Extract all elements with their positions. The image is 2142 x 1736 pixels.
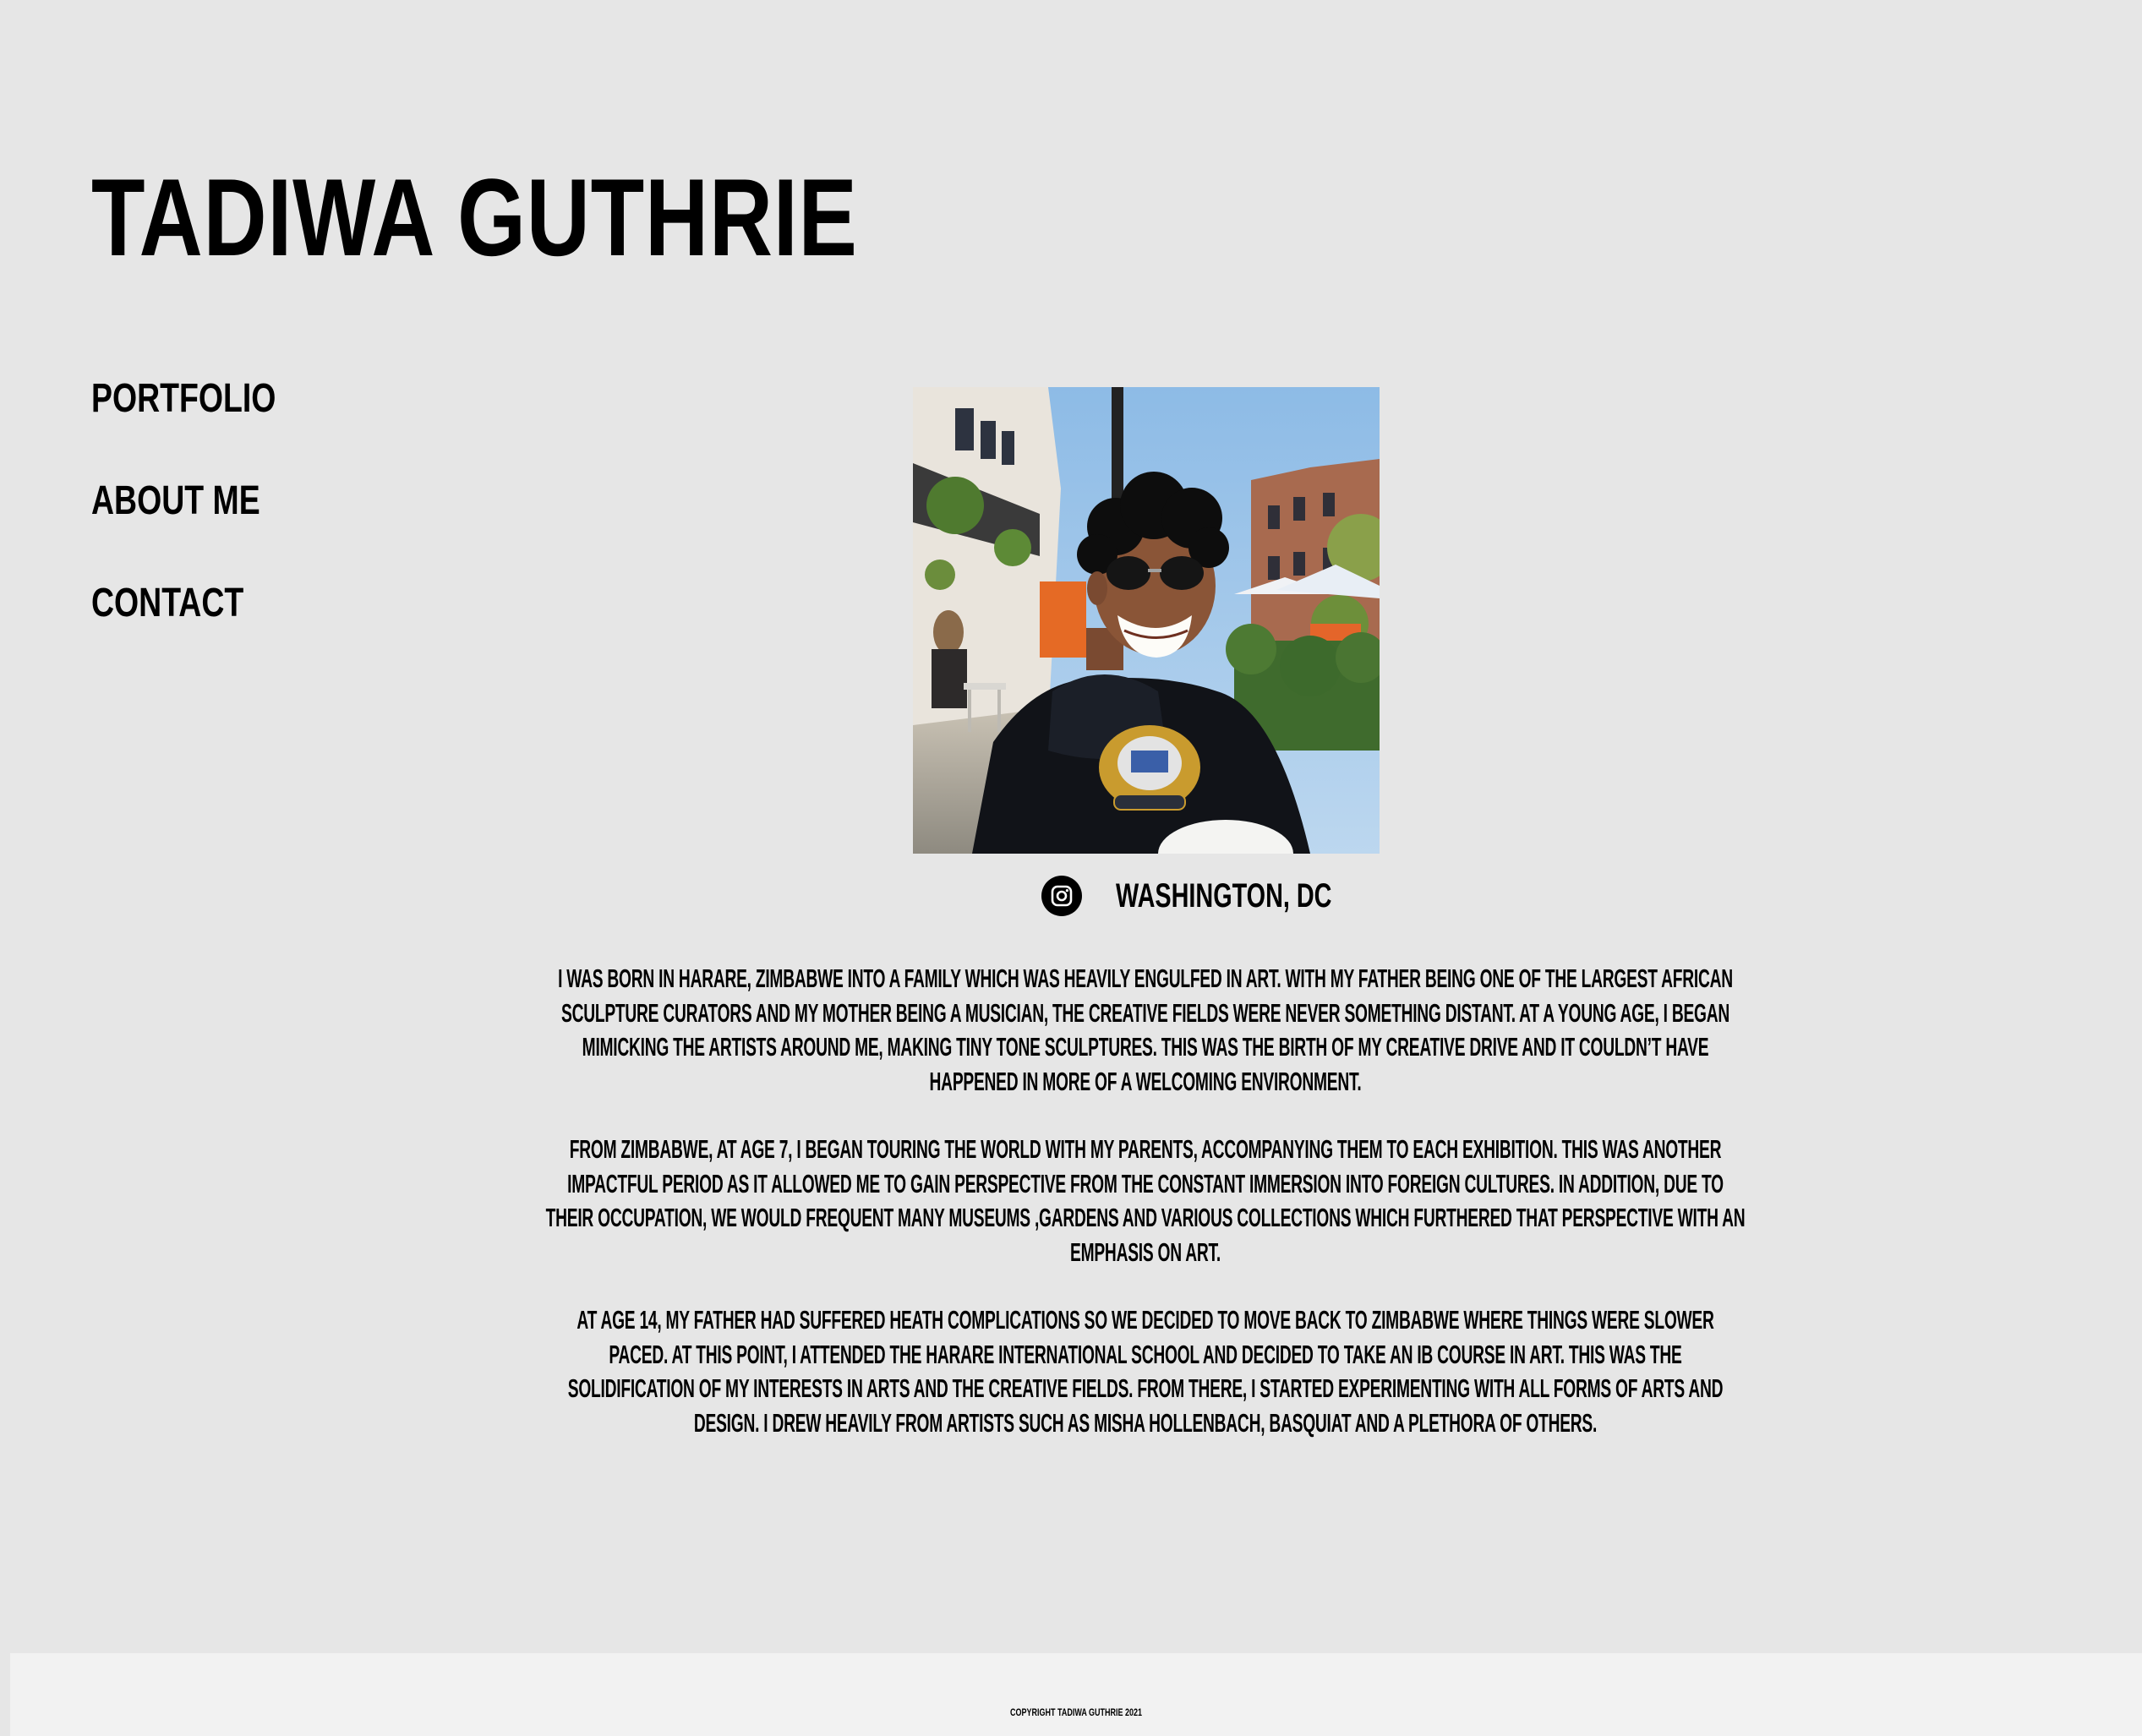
- main-nav: PORTFOLIO ABOUT ME CONTACT: [91, 379, 328, 624]
- location-row: WASHINGTON, DC: [1041, 876, 1416, 916]
- bio-paragraph: AT AGE 14, MY FATHER HAD SUFFERED HEATH …: [567, 1305, 1724, 1438]
- bio-paragraph: FROM ZIMBABWE, AT AGE 7, I BEGAN TOURING…: [545, 1134, 1746, 1267]
- nav-item-about-me[interactable]: ABOUT ME: [91, 481, 276, 521]
- copyright-text: COPYRIGHT TADIWA GUTHRIE 2021: [1009, 1706, 1143, 1718]
- instagram-icon[interactable]: [1041, 876, 1082, 916]
- nav-item-portfolio[interactable]: PORTFOLIO: [91, 379, 276, 419]
- site-title[interactable]: TADIWA GUTHRIE: [91, 162, 858, 272]
- footer: COPYRIGHT TADIWA GUTHRIE 2021: [10, 1653, 2142, 1736]
- bio-section: I WAS BORN IN HARARE, ZIMBABWE INTO A FA…: [541, 962, 1750, 1474]
- nav-item-contact[interactable]: CONTACT: [91, 583, 276, 624]
- profile-photo: [913, 387, 1380, 854]
- bio-paragraph: I WAS BORN IN HARARE, ZIMBABWE INTO A FA…: [558, 964, 1733, 1096]
- location-label: WASHINGTON, DC: [1116, 876, 1332, 914]
